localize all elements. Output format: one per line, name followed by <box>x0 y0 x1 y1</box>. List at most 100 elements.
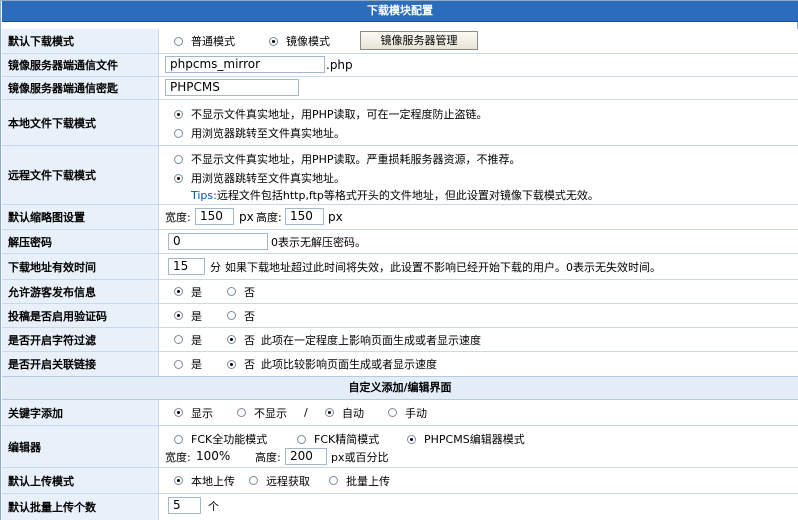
batch-count-input[interactable]: 5 <box>168 497 201 514</box>
label-mirror-file: 镜像服务器端通信文件 <box>2 54 159 76</box>
radio-keyword-auto[interactable]: 自动 <box>325 400 364 425</box>
radio-remote-redirect[interactable]: 用浏览器跳转至文件真实地址。 <box>174 170 345 186</box>
section-header-custom-editor: 自定义添加/编辑界面 <box>2 376 798 400</box>
config-panel: 下载模块配置 默认下载模式 普通模式 镜像模式 镜像服务器管理 镜像服务器端通信… <box>0 0 798 520</box>
panel-header: 下载模块配置 <box>2 1 798 22</box>
row-download-mode: 默认下载模式 普通模式 镜像模式 镜像服务器管理 <box>2 29 798 54</box>
radio-icon[interactable] <box>174 287 183 296</box>
editor-width-label: 宽度: <box>165 450 191 464</box>
radio-editor-phpcms[interactable]: PHPCMS编辑器模式 <box>407 431 525 447</box>
radio-icon[interactable] <box>249 476 258 485</box>
radio-filter-no[interactable]: 否 <box>227 328 255 351</box>
valid-time-input[interactable]: 15 <box>168 258 205 275</box>
thumb-height-input[interactable]: 150 <box>285 208 324 225</box>
thumb-width-input[interactable]: 150 <box>195 208 234 225</box>
radio-icon[interactable] <box>388 408 397 417</box>
related-link-note: 此项比较影响页面生成或者显示速度 <box>261 358 437 371</box>
radio-keyword-manual[interactable]: 手动 <box>388 400 427 425</box>
radio-related-yes[interactable]: 是 <box>174 352 202 376</box>
thumb-width-label: 宽度: <box>165 211 191 224</box>
mirror-file-input[interactable]: phpcms_mirror <box>165 56 325 73</box>
keyword-separator: / <box>304 406 308 419</box>
radio-icon[interactable] <box>174 335 183 344</box>
editor-height-input[interactable]: 200 <box>285 448 327 465</box>
label-guest-post: 允许游客发布信息 <box>2 280 159 303</box>
row-thumbnail: 默认缩略图设置 宽度: 150 px 高度: 150 px <box>2 205 798 230</box>
radio-local-redirect[interactable]: 用浏览器跳转至文件真实地址。 <box>174 125 345 141</box>
radio-guest-yes[interactable]: 是 <box>174 280 202 303</box>
radio-upload-remote[interactable]: 远程获取 <box>249 468 310 493</box>
radio-icon[interactable] <box>227 335 236 344</box>
label-local-mode: 本地文件下载模式 <box>2 100 159 145</box>
radio-icon[interactable] <box>329 476 338 485</box>
row-related-link: 是否开启关联链接 是 否 此项比较影响页面生成或者显示速度 <box>2 352 798 377</box>
editor-width-input[interactable]: 100% <box>195 448 250 465</box>
valid-time-hint: 如果下载地址超过此时间将失效，此设置不影响已经开始下载的用户。0表示无失效时间。 <box>225 260 661 274</box>
radio-icon[interactable] <box>269 36 278 46</box>
radio-upload-batch[interactable]: 批量上传 <box>329 468 390 493</box>
radio-local-php[interactable]: 不显示文件真实地址，用PHP读取，可在一定程度防止盗链。 <box>174 106 488 122</box>
radio-icon[interactable] <box>227 311 236 320</box>
radio-editor-fck-full[interactable]: FCK全功能模式 <box>174 431 267 447</box>
radio-mirror-mode[interactable]: 镜像模式 <box>269 29 330 53</box>
radio-icon[interactable] <box>227 287 236 296</box>
mirror-server-manage-button[interactable]: 镜像服务器管理 <box>360 31 478 50</box>
row-guest-post: 允许游客发布信息 是 否 <box>2 280 798 304</box>
radio-icon[interactable] <box>174 128 183 138</box>
radio-icon[interactable] <box>325 408 334 417</box>
mirror-file-suffix: .php <box>326 58 353 72</box>
editor-height-label: 高度: <box>255 450 281 464</box>
radio-normal-mode[interactable]: 普通模式 <box>174 29 235 53</box>
unzip-password-input[interactable]: 0 <box>168 233 268 250</box>
label-upload-mode: 默认上传模式 <box>2 468 159 493</box>
radio-guest-no[interactable]: 否 <box>227 280 255 303</box>
label-thumbnail: 默认缩略图设置 <box>2 205 159 229</box>
radio-remote-php[interactable]: 不显示文件真实地址，用PHP读取。严重损耗服务器资源，不推荐。 <box>174 151 521 167</box>
radio-icon[interactable] <box>174 434 183 444</box>
radio-icon[interactable] <box>227 359 236 369</box>
label-download-mode: 默认下载模式 <box>2 29 159 53</box>
radio-icon[interactable] <box>174 476 183 485</box>
label-remote-mode: 远程文件下载模式 <box>2 146 159 204</box>
radio-filter-yes[interactable]: 是 <box>174 328 202 351</box>
row-unzip-password: 解压密码 0 0表示无解压密码。 <box>2 230 798 254</box>
radio-captcha-no[interactable]: 否 <box>227 304 255 327</box>
radio-icon[interactable] <box>237 408 246 417</box>
label-editor: 编辑器 <box>2 426 159 467</box>
radio-icon[interactable] <box>407 434 416 444</box>
label-captcha: 投稿是否启用验证码 <box>2 304 159 327</box>
radio-icon[interactable] <box>174 311 183 320</box>
label-keyword: 关键字添加 <box>2 400 159 425</box>
row-captcha: 投稿是否启用验证码 是 否 <box>2 304 798 328</box>
row-editor: 编辑器 FCK全功能模式 FCK精简模式 PHPCMS编辑器模式 宽度: 100… <box>2 426 798 468</box>
radio-icon[interactable] <box>297 434 306 444</box>
thumb-width-unit: px <box>239 210 254 224</box>
mirror-key-input[interactable]: PHPCMS <box>165 79 299 96</box>
radio-keyword-show[interactable]: 显示 <box>174 400 213 425</box>
radio-captcha-yes[interactable]: 是 <box>174 304 202 327</box>
row-char-filter: 是否开启字符过滤 是 否 此项在一定程度上影响页面生成或者显示速度 <box>2 328 798 352</box>
radio-keyword-hide[interactable]: 不显示 <box>237 400 287 425</box>
row-mirror-key: 镜像服务器端通信密匙 PHPCMS <box>2 77 798 100</box>
label-batch-count: 默认批量上传个数 <box>2 494 159 520</box>
section-title: 自定义添加/编辑界面 <box>348 381 452 394</box>
batch-count-unit: 个 <box>208 500 219 513</box>
row-local-mode: 本地文件下载模式 不显示文件真实地址，用PHP读取，可在一定程度防止盗链。 用浏… <box>2 100 798 146</box>
radio-editor-fck-simple[interactable]: FCK精简模式 <box>297 431 379 447</box>
radio-icon[interactable] <box>174 408 183 417</box>
radio-icon[interactable] <box>174 359 183 369</box>
radio-icon[interactable] <box>174 109 183 119</box>
panel-title: 下载模块配置 <box>367 4 433 17</box>
radio-related-no[interactable]: 否 <box>227 352 255 376</box>
unzip-hint: 0表示无解压密码。 <box>271 235 366 249</box>
label-unzip-password: 解压密码 <box>2 230 159 253</box>
radio-icon[interactable] <box>174 36 183 46</box>
row-upload-mode: 默认上传模式 本地上传 远程获取 批量上传 <box>2 468 798 494</box>
radio-icon[interactable] <box>174 173 183 183</box>
row-keyword: 关键字添加 显示 不显示 / 自动 手动 <box>2 400 798 426</box>
radio-upload-local[interactable]: 本地上传 <box>174 468 235 493</box>
row-remote-mode: 远程文件下载模式 不显示文件真实地址，用PHP读取。严重损耗服务器资源，不推荐。… <box>2 146 798 205</box>
radio-icon[interactable] <box>174 154 183 164</box>
row-mirror-file: 镜像服务器端通信文件 phpcms_mirror .php <box>2 54 798 77</box>
valid-time-unit: 分 <box>210 260 221 274</box>
